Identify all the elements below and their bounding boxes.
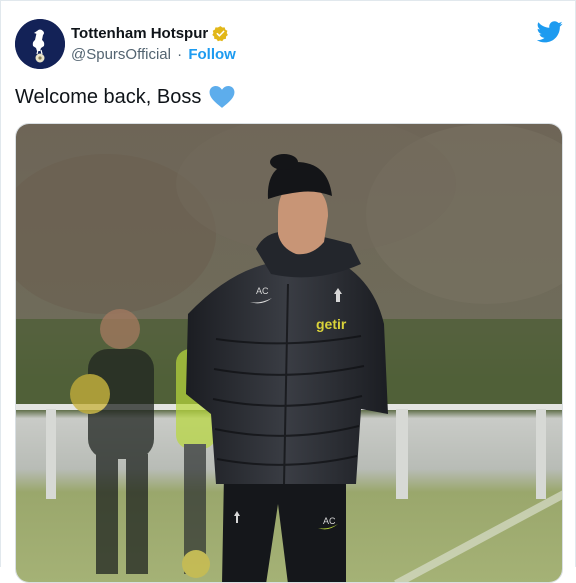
svg-text:AC: AC <box>323 516 336 526</box>
twitter-bird-icon[interactable] <box>537 21 563 43</box>
tweet-header: Tottenham Hotspur @SpursOfficial · Follo… <box>15 19 563 71</box>
verified-badge-icon <box>212 26 229 42</box>
account-info: Tottenham Hotspur @SpursOfficial · Follo… <box>71 25 236 63</box>
avatar[interactable] <box>15 19 65 69</box>
blue-heart-icon <box>209 85 235 108</box>
spurs-cockerel-icon <box>15 19 65 69</box>
separator: · <box>177 46 183 63</box>
tweet-card: Tottenham Hotspur @SpursOfficial · Follo… <box>0 0 576 583</box>
display-name[interactable]: Tottenham Hotspur <box>71 25 208 42</box>
tweet-photo[interactable]: AC getir AC <box>15 123 563 583</box>
svg-text:AC: AC <box>256 286 269 296</box>
follow-button[interactable]: Follow <box>188 46 236 63</box>
jacket-sponsor-text: getir <box>316 316 347 332</box>
training-ground-photo: AC getir AC <box>16 124 562 582</box>
handle-row: @SpursOfficial · Follow <box>71 46 236 63</box>
handle[interactable]: @SpursOfficial <box>71 46 171 63</box>
tweet-text-row: Welcome back, Boss <box>15 85 235 109</box>
tweet-text: Welcome back, Boss <box>15 85 202 108</box>
